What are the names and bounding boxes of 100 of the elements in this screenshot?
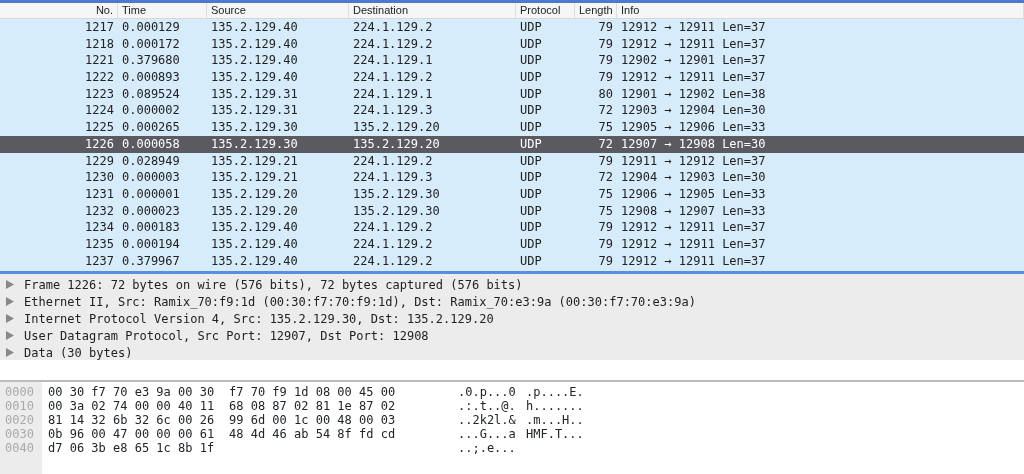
table-cell-text: 135.2.129.21	[210, 152, 299, 170]
hex-bytes: 81 14 32 6b 32 6c 00 26	[47, 413, 215, 427]
table-cell-text: 0.379967	[121, 252, 181, 270]
expand-triangle-icon[interactable]	[6, 280, 14, 289]
ascii-bytes: HMF.T...	[526, 427, 584, 441]
table-cell-text: 1230	[84, 169, 115, 186]
table-cell-text: 1234	[84, 219, 115, 236]
table-cell-text: 12905 → 12906 Len=33	[620, 119, 767, 136]
table-cell-text: 224.1.129.3	[352, 169, 434, 186]
table-cell-text: UDP	[519, 35, 543, 53]
table-cell-text: 12912 → 12911 Len=37	[620, 35, 767, 53]
packet-row[interactable]: 1237 0.379967 135.2.129.40 224.1.129.2 UDP 79 12912 → 12911 Len=37	[0, 252, 1024, 270]
table-cell-text: 0.000001	[121, 185, 181, 203]
expand-triangle-icon[interactable]	[6, 331, 14, 340]
table-cell-text: 72	[597, 135, 614, 153]
table-cell-text: UDP	[519, 252, 543, 270]
packet-row[interactable]: 1229 0.028949 135.2.129.21 224.1.129.2 UDP 79 12911 → 12912 Len=37	[0, 152, 1024, 170]
table-cell-text: 135.2.129.31	[210, 102, 299, 120]
table-cell-text: 80	[597, 85, 614, 103]
table-cell-text: 0.000893	[121, 69, 181, 86]
table-cell-text: 224.1.129.2	[352, 252, 434, 270]
hex-bytes: d7 06 3b e8 65 1c 8b 1f	[47, 441, 215, 455]
table-cell-text: UDP	[519, 52, 543, 70]
table-cell-text: 12901 → 12902 Len=38	[620, 85, 767, 103]
table-cell-text: 72	[597, 169, 614, 186]
table-cell-text: 135.2.129.20	[352, 135, 441, 153]
packet-row[interactable]: 1217 0.000129 135.2.129.40 224.1.129.2 UDP 79 12912 → 12911 Len=37	[0, 19, 1024, 36]
table-cell-text: UDP	[519, 102, 543, 120]
ascii-bytes: .:.t..@.	[458, 399, 517, 413]
byte-offset: 0040	[5, 441, 35, 455]
table-cell-text: 79	[597, 69, 614, 86]
table-cell-text: 75	[597, 202, 614, 220]
column-header[interactable]: Length	[575, 3, 617, 18]
column-header[interactable]: Time	[118, 3, 207, 18]
ascii-bytes: .0.p...0	[458, 385, 517, 399]
table-cell-text: UDP	[519, 152, 543, 170]
hex-bytes: 0b 96 00 47 00 00 00 61	[47, 427, 215, 441]
table-cell-text: 12903 → 12904 Len=30	[620, 102, 767, 120]
table-cell-text: 79	[597, 52, 614, 70]
byte-offset: 0000	[5, 385, 35, 399]
column-header[interactable]: No.	[0, 3, 118, 18]
table-cell-text: 0.379680	[121, 52, 181, 70]
table-cell-text: 1226	[84, 135, 115, 153]
table-cell-text: 12904 → 12903 Len=30	[620, 169, 767, 186]
table-cell-text: UDP	[519, 119, 543, 136]
table-cell-text: 135.2.129.40	[210, 35, 299, 53]
table-cell-text: UDP	[519, 202, 543, 220]
packet-row[interactable]: 1223 0.089524 135.2.129.31 224.1.129.1 UDP 80 12901 → 12902 Len=38	[0, 85, 1024, 103]
table-cell-text: 0.000023	[121, 202, 181, 220]
table-cell-text: 135.2.129.40	[210, 235, 299, 253]
table-cell-text: 0.000003	[121, 169, 181, 186]
table-cell-text: 135.2.129.20	[352, 119, 441, 136]
detail-line[interactable]: Internet Protocol Version 4, Src: 135.2.129.30, Dst: 135.2.129.20	[24, 311, 494, 326]
packet-row[interactable]: 1231 0.000001 135.2.129.20 135.2.129.30 UDP 75 12906 → 12905 Len=33	[0, 185, 1024, 203]
packet-row[interactable]: 1235 0.000194 135.2.129.40 224.1.129.2 UDP 79 12912 → 12911 Len=37	[0, 235, 1024, 253]
table-cell-text: 1232	[84, 202, 115, 220]
column-header[interactable]: Info	[617, 3, 1024, 18]
table-cell-text: UDP	[519, 169, 543, 186]
expand-triangle-icon[interactable]	[6, 297, 14, 306]
table-cell-text: 72	[597, 102, 614, 120]
packet-row[interactable]: 1222 0.000893 135.2.129.40 224.1.129.2 UDP 79 12912 → 12911 Len=37	[0, 69, 1024, 86]
table-cell-text: 79	[597, 35, 614, 53]
packet-row[interactable]: 1230 0.000003 135.2.129.21 224.1.129.3 UDP 72 12904 → 12903 Len=30	[0, 169, 1024, 186]
table-cell-text: 0.000172	[121, 35, 181, 53]
table-cell-text: 1235	[84, 235, 115, 253]
table-cell-text: 135.2.129.40	[210, 52, 299, 70]
ascii-bytes: h.......	[526, 399, 584, 413]
column-header[interactable]: Protocol	[516, 3, 575, 18]
detail-line[interactable]: Data (30 bytes)	[24, 345, 133, 360]
packet-row[interactable]: 1224 0.000002 135.2.129.31 224.1.129.3 UDP 72 12903 → 12904 Len=30	[0, 102, 1024, 120]
table-cell-text: 75	[597, 119, 614, 136]
table-cell-text: 1218	[84, 35, 115, 53]
packet-row[interactable]: 1225 0.000265 135.2.129.30 135.2.129.20 UDP 75 12905 → 12906 Len=33	[0, 119, 1024, 136]
table-cell-text: UDP	[519, 19, 543, 36]
table-cell-text: UDP	[519, 69, 543, 86]
expand-triangle-icon[interactable]	[6, 314, 14, 323]
table-cell-text: 12912 → 12911 Len=37	[620, 19, 767, 36]
detail-line[interactable]: Frame 1226: 72 bytes on wire (576 bits), 72 bytes captured (576 bits)	[24, 277, 523, 292]
table-cell-text: 135.2.129.40	[210, 252, 299, 270]
column-header[interactable]: Destination	[349, 3, 516, 18]
detail-line[interactable]: User Datagram Protocol, Src Port: 12907, Dst Port: 12908	[24, 328, 429, 343]
table-cell-text: 135.2.129.40	[210, 219, 299, 236]
packet-row[interactable]: 1221 0.379680 135.2.129.40 224.1.129.1 UDP 79 12902 → 12901 Len=37	[0, 52, 1024, 70]
table-cell-text: 135.2.129.30	[352, 202, 441, 220]
detail-line[interactable]: Ethernet II, Src: Ramix_70:f9:1d (00:30:f7:70:f9:1d), Dst: Ramix_70:e3:9a (00:30:f7:70:e3:9a)	[24, 294, 696, 309]
table-cell-text: 12912 → 12911 Len=37	[620, 219, 767, 236]
table-cell-text: 0.089524	[121, 85, 181, 103]
table-cell-text: 135.2.129.21	[210, 169, 299, 186]
packet-row[interactable]: 1226 0.000058 135.2.129.30 135.2.129.20 UDP 72 12907 → 12908 Len=30	[0, 135, 1024, 153]
table-cell-text: UDP	[519, 135, 543, 153]
packet-row[interactable]: 1218 0.000172 135.2.129.40 224.1.129.2 UDP 79 12912 → 12911 Len=37	[0, 35, 1024, 53]
column-header[interactable]: Source	[207, 3, 349, 18]
table-cell-text: 135.2.129.40	[210, 19, 299, 36]
packet-row[interactable]: 1234 0.000183 135.2.129.40 224.1.129.2 UDP 79 12912 → 12911 Len=37	[0, 219, 1024, 236]
packet-row[interactable]: 1232 0.000023 135.2.129.20 135.2.129.30 UDP 75 12908 → 12907 Len=33	[0, 202, 1024, 220]
table-cell-text: 135.2.129.30	[210, 135, 299, 153]
table-cell-text: 224.1.129.1	[352, 52, 434, 70]
table-cell-text: 1221	[84, 52, 115, 70]
expand-triangle-icon[interactable]	[6, 348, 14, 357]
table-cell-text: 224.1.129.2	[352, 152, 434, 170]
